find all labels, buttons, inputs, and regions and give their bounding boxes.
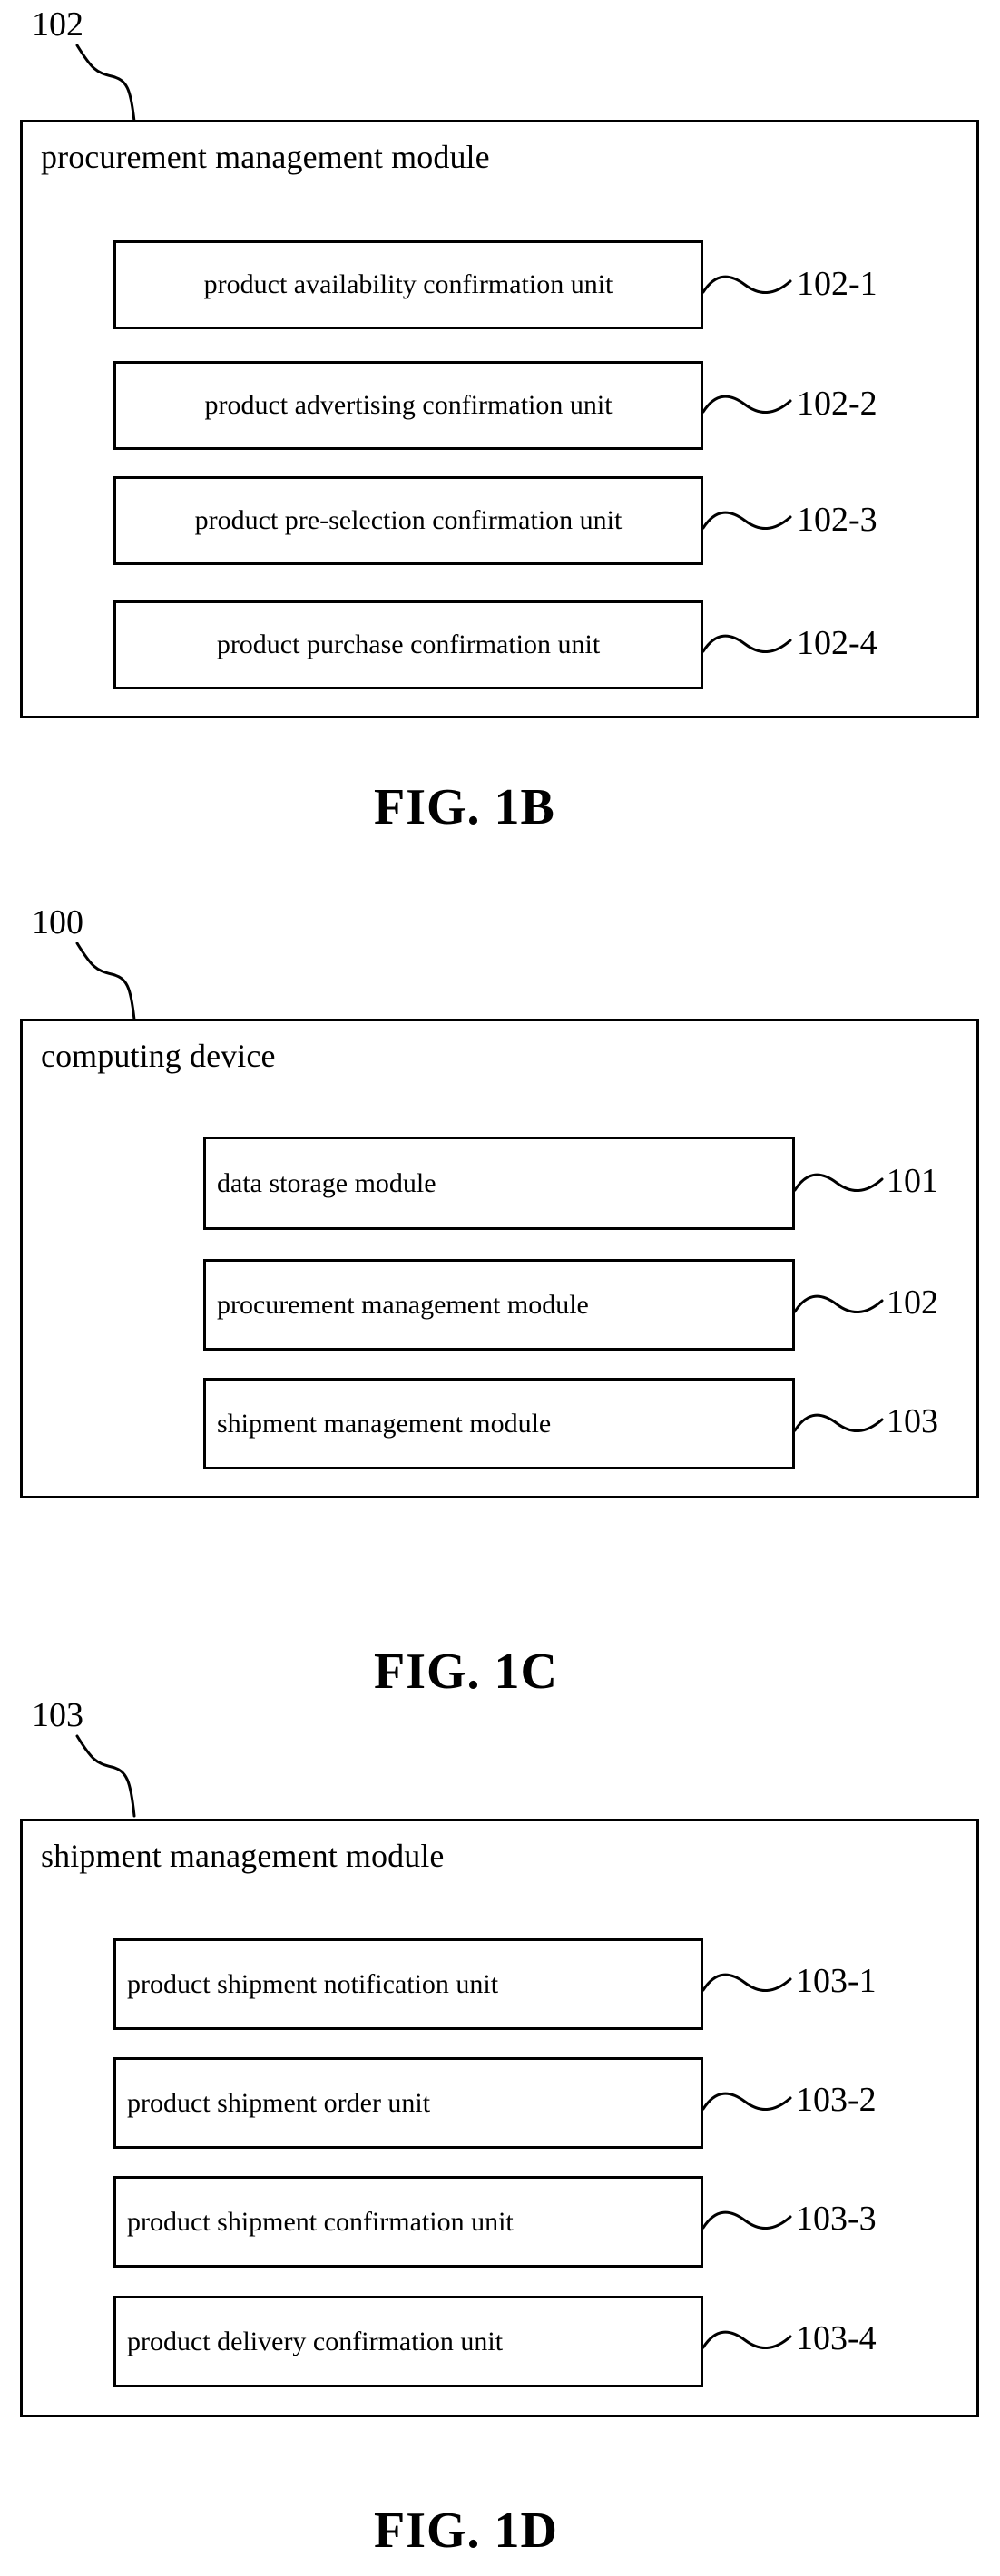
- unit-box-103-1[interactable]: product shipment notification unit: [113, 1938, 703, 2030]
- reference-number-103-1: 103-1: [796, 1962, 877, 2000]
- unit-box-103-4[interactable]: product delivery confirmation unit: [113, 2296, 703, 2387]
- unit-label-102-2: product advertising confirmation unit: [204, 390, 613, 420]
- callout-leader-line-100: [54, 940, 163, 1023]
- module-box-102[interactable]: procurement management module: [203, 1259, 795, 1351]
- unit-label-103-2: product shipment order unit: [127, 2087, 431, 2118]
- unit-label-103-1: product shipment notification unit: [127, 1968, 499, 1999]
- procurement-management-module-title: procurement management module: [41, 139, 490, 175]
- reference-number-102-3: 102-3: [797, 501, 877, 539]
- module-box-103[interactable]: shipment management module: [203, 1378, 795, 1469]
- module-box-101[interactable]: data storage module: [203, 1137, 795, 1230]
- callout-leader-line-103: [54, 1732, 163, 1820]
- reference-number-102-2: 102-2: [797, 385, 877, 423]
- patent-figure-sheet: 102 procurement management module produc…: [0, 0, 1000, 2576]
- reference-number-102-module: 102: [887, 1283, 938, 1322]
- unit-label-102-3: product pre-selection confirmation unit: [194, 505, 623, 535]
- module-label-102: procurement management module: [217, 1289, 589, 1320]
- unit-box-102-2[interactable]: product advertising confirmation unit: [113, 361, 703, 450]
- unit-box-102-3[interactable]: product pre-selection confirmation unit: [113, 476, 703, 565]
- unit-label-102-4: product purchase confirmation unit: [216, 629, 601, 659]
- callout-number-102: 102: [32, 5, 83, 44]
- reference-number-101: 101: [887, 1162, 938, 1200]
- reference-number-102-4: 102-4: [797, 624, 877, 662]
- unit-box-103-3[interactable]: product shipment confirmation unit: [113, 2176, 703, 2268]
- figure-caption-1c: FIG. 1C: [374, 1644, 558, 1700]
- reference-number-102-1: 102-1: [797, 265, 877, 303]
- unit-label-102-1: product availability confirmation unit: [203, 269, 613, 299]
- unit-label-103-4: product delivery confirmation unit: [127, 2326, 504, 2356]
- computing-device-title: computing device: [41, 1038, 276, 1074]
- module-label-103: shipment management module: [217, 1408, 552, 1439]
- shipment-management-module-title: shipment management module: [41, 1838, 445, 1874]
- unit-box-102-4[interactable]: product purchase confirmation unit: [113, 600, 703, 689]
- callout-number-103: 103: [32, 1696, 83, 1734]
- reference-number-103-module: 103: [887, 1402, 938, 1440]
- unit-label-103-3: product shipment confirmation unit: [127, 2206, 514, 2237]
- callout-leader-line-102: [54, 42, 163, 125]
- unit-box-103-2[interactable]: product shipment order unit: [113, 2057, 703, 2149]
- figure-caption-1d: FIG. 1D: [374, 2503, 558, 2559]
- module-label-101: data storage module: [217, 1167, 436, 1198]
- callout-number-100: 100: [32, 903, 83, 942]
- unit-box-102-1[interactable]: product availability confirmation unit: [113, 240, 703, 329]
- figure-caption-1b: FIG. 1B: [374, 779, 555, 835]
- reference-number-103-2: 103-2: [796, 2081, 877, 2119]
- reference-number-103-4: 103-4: [796, 2319, 877, 2357]
- reference-number-103-3: 103-3: [796, 2200, 877, 2238]
